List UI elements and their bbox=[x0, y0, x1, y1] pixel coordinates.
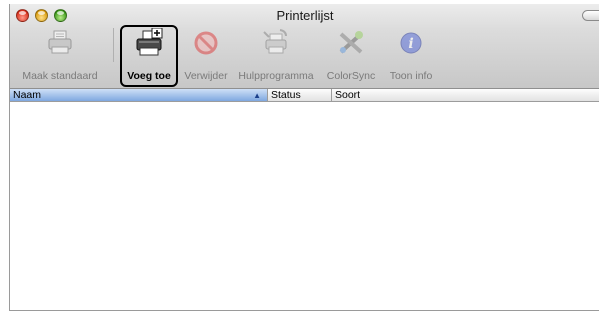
printer-default-icon bbox=[44, 28, 76, 58]
printer-list[interactable] bbox=[10, 102, 599, 310]
column-header-kind[interactable]: Soort bbox=[332, 89, 599, 101]
delete-label: Verwijder bbox=[184, 70, 228, 82]
colorsync-label: ColorSync bbox=[326, 70, 376, 82]
info-icon: i bbox=[395, 28, 427, 58]
utility-button[interactable]: Hulpprogramma bbox=[236, 28, 316, 84]
delete-button[interactable]: Verwijder bbox=[180, 28, 232, 84]
info-button[interactable]: i Toon info bbox=[384, 28, 438, 84]
utility-label: Hulpprogramma bbox=[238, 70, 314, 82]
utility-icon bbox=[260, 28, 292, 58]
column-header-status-label: Status bbox=[271, 89, 301, 101]
column-header-name-label: Naam bbox=[13, 89, 42, 101]
delete-icon bbox=[190, 28, 222, 58]
column-header-name[interactable]: Naam ▲ bbox=[10, 89, 268, 101]
column-header-status[interactable]: Status bbox=[268, 89, 332, 101]
svg-text:i: i bbox=[408, 36, 413, 52]
window-title: Printerlijst bbox=[276, 8, 334, 23]
table-header: Naam ▲ Status Soort bbox=[10, 89, 599, 102]
toolbar-separator bbox=[113, 28, 114, 62]
toolbar-toggle-button[interactable] bbox=[582, 10, 599, 21]
sort-ascending-icon: ▲ bbox=[253, 91, 261, 100]
title-toolbar: Printerlijst Maak standaard Voeg toe Ver… bbox=[10, 4, 599, 89]
make-default-label: Maak standaard bbox=[22, 70, 98, 82]
colorsync-button[interactable]: ColorSync bbox=[322, 28, 380, 84]
colorsync-icon bbox=[335, 28, 367, 58]
column-header-kind-label: Soort bbox=[335, 89, 361, 101]
make-default-button[interactable]: Maak standaard bbox=[15, 28, 105, 84]
info-label: Toon info bbox=[389, 70, 433, 82]
printer-list-window: Printerlijst Maak standaard Voeg toe Ver… bbox=[9, 4, 599, 311]
highlight-frame bbox=[120, 25, 178, 87]
